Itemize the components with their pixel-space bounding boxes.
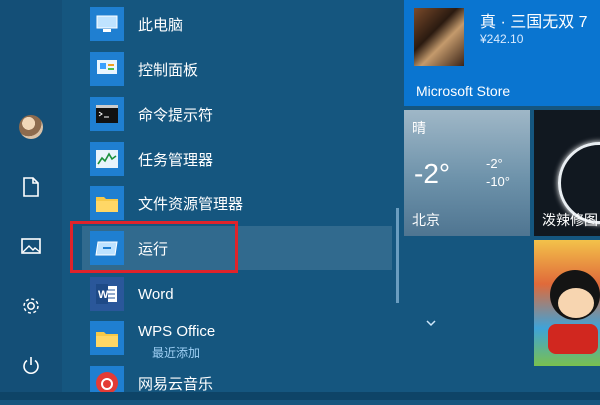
app-label: 控制面板 (138, 61, 199, 79)
tile-game[interactable] (534, 240, 600, 366)
tile-microsoft-store[interactable]: 真 · 三国无双 7 ¥242.10 Microsoft Store (404, 0, 600, 106)
app-cmd[interactable]: 命令提示符 (82, 92, 392, 136)
app-label: Word (138, 285, 174, 303)
user-account-button[interactable] (0, 105, 62, 149)
store-price: ¥242.10 (480, 32, 524, 46)
power-button[interactable] (0, 344, 62, 388)
pictures-button[interactable] (0, 224, 62, 268)
mickey-face (558, 288, 594, 318)
power-icon (23, 357, 39, 374)
weather-condition: 晴 (412, 120, 426, 136)
app-this-pc[interactable]: 此电脑 (82, 2, 392, 46)
app-word[interactable]: W Word (82, 272, 392, 316)
app-file-explorer[interactable]: 文件资源管理器 (82, 181, 392, 225)
recently-added-label: 最近添加 (152, 346, 201, 360)
this-pc-icon (90, 7, 124, 41)
tile-photo-app[interactable]: 泼辣修图 (534, 110, 600, 236)
task-manager-icon (90, 142, 124, 176)
app-label: 命令提示符 (138, 106, 214, 124)
app-label: 任务管理器 (138, 151, 214, 169)
weather-city: 北京 (412, 212, 440, 228)
app-label: 此电脑 (138, 16, 184, 34)
svg-text:W: W (98, 289, 109, 301)
chevron-down-icon[interactable] (426, 318, 436, 328)
app-task-manager[interactable]: 任务管理器 (82, 137, 392, 181)
control-panel-icon (90, 52, 124, 86)
terminal-icon (90, 97, 124, 131)
start-left-rail (0, 0, 62, 400)
avatar (19, 115, 43, 139)
weather-high: -2° (486, 156, 503, 171)
app-label: 网易云音乐 (138, 375, 214, 393)
highlight-box (70, 221, 238, 273)
tile-label: 泼辣修图 (542, 212, 598, 228)
word-icon: W (90, 277, 124, 311)
folder-icon (90, 321, 124, 355)
picture-icon (21, 238, 41, 254)
weather-low: -10° (486, 174, 510, 189)
document-icon (23, 177, 39, 197)
app-wps-office[interactable]: WPS Office 最近添加 (82, 316, 392, 360)
documents-button[interactable] (0, 165, 62, 209)
app-control-panel[interactable]: 控制面板 (82, 47, 392, 91)
weather-temperature: -2° (414, 158, 451, 189)
store-name: Microsoft Store (416, 83, 511, 99)
app-list: 此电脑 控制面板 命令提示符 任务管理器 文件资源管理器 运行 W Word W… (62, 0, 436, 400)
gear-icon (23, 298, 39, 314)
scrollbar[interactable] (396, 208, 399, 303)
app-label: WPS Office (138, 322, 216, 340)
tile-weather[interactable]: 晴 -2° -2° -10° 北京 (404, 110, 530, 236)
folder-icon (90, 186, 124, 220)
app-label: 文件资源管理器 (138, 195, 244, 213)
store-title: 真 · 三国无双 7 (480, 14, 588, 31)
taskbar-edge (0, 392, 600, 400)
settings-button[interactable] (0, 284, 62, 328)
mickey-body (548, 324, 598, 354)
game-cover-image (414, 8, 464, 66)
